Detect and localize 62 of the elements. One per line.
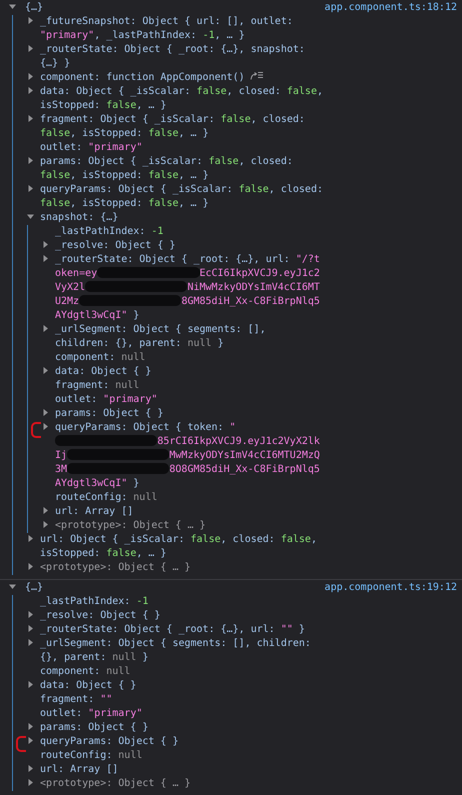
arrow-list-icon[interactable] [250, 71, 263, 80]
collapse-arrow-icon[interactable] [9, 3, 16, 10]
property-text: component: function AppComponent() [40, 71, 245, 85]
property-text: _lastPathIndex: -1 [40, 595, 148, 609]
expand-arrow-icon[interactable] [27, 115, 34, 122]
expand-arrow-icon[interactable] [27, 73, 34, 80]
property-text: snapshot: {…} [40, 211, 118, 225]
source-link[interactable]: app.component.ts:19:12 [324, 581, 457, 595]
property-text: _resolve: Object { } [55, 239, 176, 253]
collapse-arrow-icon[interactable] [9, 583, 16, 590]
expand-arrow-icon[interactable] [27, 611, 34, 618]
property-text: fragment: null [55, 379, 140, 393]
property-text: _lastPathIndex: -1 [55, 225, 164, 239]
expand-arrow-icon[interactable] [42, 255, 49, 262]
property-text: component: null [40, 665, 130, 679]
expand-arrow-icon[interactable] [27, 779, 34, 786]
expand-arrow-icon[interactable] [27, 185, 34, 192]
property-text: data: Object { } [40, 679, 136, 693]
expand-arrow-icon[interactable] [42, 521, 49, 528]
property-text: outlet: "primary" [55, 393, 158, 407]
expand-arrow-icon[interactable] [42, 241, 49, 248]
property-text: outlet: "primary" [40, 141, 142, 155]
property-text: routeConfig: null [55, 491, 158, 505]
property-text: params: Object { } [40, 721, 148, 735]
object-summary[interactable]: {…} [25, 2, 44, 13]
property-text: params: Object { } [55, 407, 164, 421]
expand-arrow-icon[interactable] [27, 157, 34, 164]
property-text: _routerState: Object { _root: {…}, url: "/?token=ey EcCI6IkpXVCJ9.eyJ1c2VyX2l NiMwMzkyODYsImV4cCI6MTU2Mz 8GM85diH_Xx-C8FiBrpNlq5AYdgtl3wCqI" } [55, 253, 321, 323]
property-text: routeConfig: null [40, 749, 142, 763]
object-summary[interactable]: {…} [25, 582, 44, 593]
property-text: url: Object { _isScalar: false, closed: false, isStopped: false, … } [40, 533, 318, 561]
property-text: component: null [55, 351, 146, 365]
expand-arrow-icon[interactable] [42, 367, 49, 374]
expand-arrow-icon[interactable] [27, 45, 34, 52]
expand-arrow-icon[interactable] [42, 507, 49, 514]
expand-arrow-icon[interactable] [27, 625, 34, 632]
property-text: _futureSnapshot: Object { url: [], outlet: "primary", _lastPathIndex: -1, … } [40, 15, 294, 43]
expand-arrow-icon[interactable] [27, 17, 34, 24]
property-text: url: Array [] [40, 763, 118, 777]
expand-arrow-icon[interactable] [27, 681, 34, 688]
expand-arrow-icon[interactable] [27, 765, 34, 772]
property-text: <prototype>: Object { … } [40, 777, 191, 791]
property-text: <prototype>: Object { … } [55, 519, 206, 533]
expand-arrow-icon[interactable] [27, 737, 34, 744]
expand-arrow-icon[interactable] [42, 409, 49, 416]
expand-arrow-icon[interactable] [27, 723, 34, 730]
source-link[interactable]: app.component.ts:18:12 [324, 1, 457, 15]
collapse-arrow-icon[interactable] [27, 213, 34, 220]
property-text: _resolve: Object { } [40, 609, 160, 623]
property-text: data: Object { } [55, 365, 152, 379]
property-text: fragment: "" [40, 693, 112, 707]
expand-arrow-icon[interactable] [27, 87, 34, 94]
property-text: url: Array [] [55, 505, 134, 519]
expand-arrow-icon[interactable] [42, 423, 49, 430]
expand-arrow-icon[interactable] [42, 325, 49, 332]
expand-arrow-icon[interactable] [27, 639, 34, 646]
property-text: _routerState: Object { _root: {…}, url: "" } [40, 623, 305, 637]
property-text: <prototype>: Object { … } [40, 561, 191, 575]
expand-arrow-icon[interactable] [27, 535, 34, 542]
property-text: queryParams: Object { } [40, 735, 178, 749]
expand-arrow-icon[interactable] [27, 563, 34, 570]
property-text: outlet: "primary" [40, 707, 142, 721]
